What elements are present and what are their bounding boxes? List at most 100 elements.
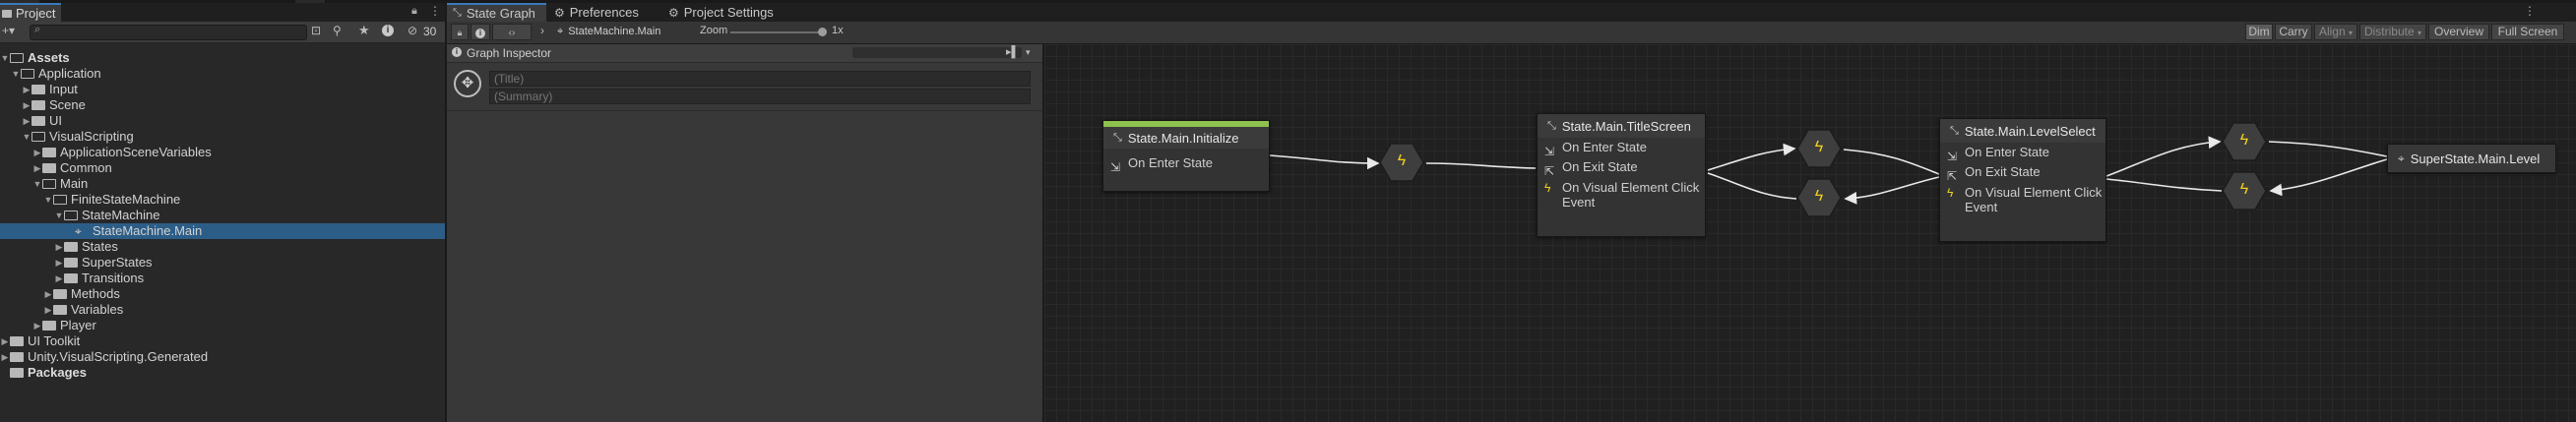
node-header: ⤡ State.Main.LevelSelect xyxy=(1940,119,2105,143)
kebab-menu-icon[interactable]: ⋮ xyxy=(429,4,441,18)
chevron-down-icon[interactable]: ▼ xyxy=(11,66,21,82)
search-by-label-icon[interactable]: ⚲ xyxy=(333,24,342,37)
folder-icon xyxy=(53,305,67,315)
event-on-enter-state: ⇲ On Enter State xyxy=(1538,138,1705,158)
zoom-slider[interactable] xyxy=(730,28,828,36)
chevron-right-icon[interactable]: ▶ xyxy=(32,318,42,333)
tree-item[interactable]: ▶ Transitions xyxy=(0,271,445,286)
tree-item[interactable]: ▼ StateMachine xyxy=(0,208,445,223)
dock-inspector-icon[interactable]: ▸▌ xyxy=(1006,45,1019,58)
zoom-slider-thumb[interactable] xyxy=(818,28,828,36)
chevron-right-icon[interactable]: ▶ xyxy=(43,286,53,302)
tree-item-label: Application xyxy=(38,66,101,81)
tree-item[interactable]: ▶ Methods xyxy=(0,286,445,302)
info-icon[interactable]: i xyxy=(382,25,394,36)
chevron-right-icon[interactable]: ▶ xyxy=(22,82,31,97)
tree-item-label: Variables xyxy=(71,302,124,317)
tree-item[interactable]: ▶ UI xyxy=(0,113,445,129)
distribute-dropdown[interactable]: Distribute ▾ xyxy=(2359,24,2426,40)
tree-item[interactable]: ▶ Variables xyxy=(0,302,445,318)
chevron-right-icon[interactable]: ▶ xyxy=(32,145,42,160)
carry-button[interactable]: Carry xyxy=(2275,24,2312,40)
chevron-down-icon[interactable]: ▼ xyxy=(54,208,64,223)
align-dropdown[interactable]: Align ▾ xyxy=(2314,24,2357,40)
breadcrumb[interactable]: ⌖ StateMachine.Main xyxy=(551,24,666,40)
fullscreen-button[interactable]: Full Screen xyxy=(2491,24,2564,40)
transition-node[interactable]: ϟ xyxy=(1796,178,1842,217)
event-label: On Visual Element Click Event xyxy=(1965,185,2103,214)
chevron-right-icon[interactable]: ▶ xyxy=(22,97,31,113)
transition-node[interactable]: ϟ xyxy=(2222,171,2267,211)
state-node-titlescreen[interactable]: ⤡ State.Main.TitleScreen ⇲ On Enter Stat… xyxy=(1537,113,1706,237)
graph-title-field[interactable]: (Title) xyxy=(489,71,1031,87)
tree-item[interactable]: Packages xyxy=(0,365,445,381)
tree-item[interactable]: ▶ Common xyxy=(0,160,445,176)
tree-item[interactable]: ▼ Application xyxy=(0,66,445,82)
info-icon: i xyxy=(452,47,462,57)
tree-item[interactable]: ⌖ StateMachine.Main xyxy=(0,223,445,239)
chevron-right-icon[interactable]: ▶ xyxy=(43,302,53,318)
hidden-packages-icon[interactable]: ⊘ xyxy=(408,24,417,37)
state-graph-icon: ⤡ xyxy=(1547,119,1556,132)
tree-item[interactable]: ▶ Scene xyxy=(0,97,445,113)
tab-preferences[interactable]: ⚙ Preferences xyxy=(548,3,659,22)
lock-icon[interactable]: 🔒︎ xyxy=(411,5,417,18)
add-dropdown-icon[interactable]: +▾ xyxy=(2,24,15,37)
tree-item[interactable]: ▼ Assets xyxy=(0,50,445,66)
chevron-down-icon[interactable]: ▾ xyxy=(1026,47,1031,58)
lightning-icon: ϟ xyxy=(1814,139,1824,155)
tree-item-label: Input xyxy=(49,82,78,96)
graph-inspector-toggle[interactable]: i xyxy=(471,24,490,40)
state-node-initialize[interactable]: ⤡ State.Main.Initialize ⇲ On Enter State xyxy=(1102,120,1270,192)
tree-item[interactable]: ▶ Unity.VisualScripting.Generated xyxy=(0,349,445,365)
event-on-enter-state: ⇲ On Enter State xyxy=(1103,153,1269,174)
chevron-right-icon[interactable]: ▶ xyxy=(32,160,42,176)
search-by-type-icon[interactable]: ⊡ xyxy=(311,24,321,37)
folder-open-icon xyxy=(10,53,24,63)
graph-summary-field[interactable]: (Summary) xyxy=(489,89,1031,104)
graph-canvas[interactable] xyxy=(1044,44,2576,422)
superstate-node-level[interactable]: ⌖ SuperState.Main.Level xyxy=(2387,144,2556,173)
chevron-right-icon[interactable]: ▶ xyxy=(54,255,64,271)
tree-item[interactable]: ▼ Main xyxy=(0,176,445,192)
variables-toggle[interactable]: ‹› xyxy=(492,24,532,40)
chevron-down-icon[interactable]: ▼ xyxy=(43,192,53,208)
lock-button[interactable]: 🔒︎ xyxy=(451,24,469,40)
tree-item[interactable]: ▶ Input xyxy=(0,82,445,97)
tree-item[interactable]: ▶ ApplicationSceneVariables xyxy=(0,145,445,160)
chevron-down-icon[interactable]: ▼ xyxy=(22,129,31,145)
align-label: Align xyxy=(2318,25,2346,38)
folder-icon xyxy=(31,85,45,94)
chevron-right-icon[interactable]: ▶ xyxy=(54,271,64,286)
dim-button[interactable]: Dim xyxy=(2245,24,2273,40)
kebab-menu-icon[interactable]: ⋮ xyxy=(2524,4,2536,18)
search-input[interactable]: ⌕ xyxy=(30,24,307,40)
chevron-right-icon[interactable]: ▶ xyxy=(54,239,64,255)
transition-node[interactable]: ϟ xyxy=(1796,129,1842,168)
overview-button[interactable]: Overview xyxy=(2428,24,2489,40)
tab-project-label: Project xyxy=(16,6,56,21)
node-title: State.Main.Initialize xyxy=(1127,130,1239,146)
tree-item[interactable]: ▶ SuperStates xyxy=(0,255,445,271)
chevron-down-icon[interactable]: ▼ xyxy=(32,176,42,192)
favorite-icon[interactable]: ★ xyxy=(358,23,370,38)
tree-item[interactable]: ▶ States xyxy=(0,239,445,255)
tree-item[interactable]: ▶ UI Toolkit xyxy=(0,333,445,349)
tree-item-label: ApplicationSceneVariables xyxy=(60,145,212,159)
transition-node[interactable]: ϟ xyxy=(1379,143,1424,182)
tree-item-label: Common xyxy=(60,160,112,175)
transition-node[interactable]: ϟ xyxy=(2222,122,2267,161)
chevron-right-icon[interactable]: ▶ xyxy=(22,113,31,129)
chevron-right-icon[interactable]: ▶ xyxy=(0,349,10,365)
tree-item[interactable]: ▶ Player xyxy=(0,318,445,333)
tree-item[interactable]: ▼ FiniteStateMachine xyxy=(0,192,445,208)
tab-state-graph[interactable]: ⤡ State Graph xyxy=(447,3,546,22)
tree-item[interactable]: ▼ VisualScripting xyxy=(0,129,445,145)
overview-label: Overview xyxy=(2433,25,2483,38)
tab-project-settings[interactable]: ⚙ Project Settings xyxy=(662,3,790,22)
tab-project[interactable]: Project xyxy=(0,3,62,22)
zoom-value: 1x xyxy=(832,25,844,36)
chevron-down-icon[interactable]: ▼ xyxy=(0,50,10,66)
state-node-levelselect[interactable]: ⤡ State.Main.LevelSelect ⇲ On Enter Stat… xyxy=(1939,118,2106,242)
chevron-right-icon[interactable]: ▶ xyxy=(0,333,10,349)
